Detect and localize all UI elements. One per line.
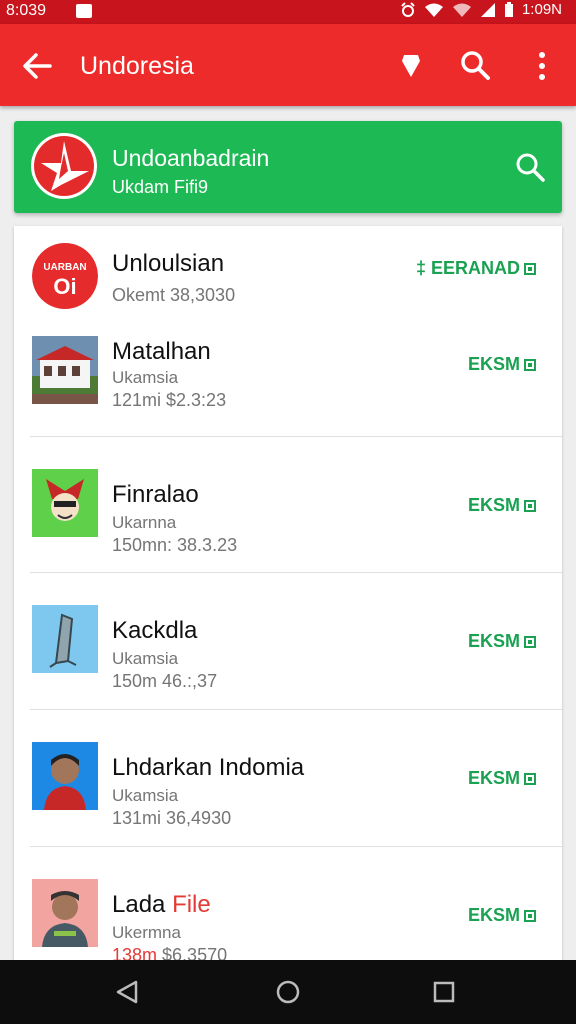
item-subtitle: Ukamsia [112, 786, 179, 805]
external-icon [524, 358, 536, 371]
item-action[interactable]: EKSM [468, 495, 536, 516]
item-action[interactable]: EKSM [468, 905, 536, 926]
item-action[interactable]: EKSM [468, 631, 536, 652]
item-action-label: EKSM [467, 495, 520, 515]
person2-thumb [32, 879, 98, 947]
list-item[interactable]: Lada File Ukermna 138m $6,3570 EKSM [14, 847, 562, 966]
notification-icon [76, 4, 92, 18]
status-icons: 1:09N [400, 1, 562, 18]
item-action-label: ‡ EERANAD [415, 258, 520, 278]
back-arrow-icon[interactable] [20, 49, 54, 83]
item-title-highlight: File [172, 891, 211, 918]
external-icon [524, 909, 536, 922]
item-action[interactable]: EKSM [468, 768, 536, 789]
back-triangle-icon[interactable] [114, 979, 140, 1005]
wifi-icon [424, 3, 443, 17]
external-icon [524, 772, 536, 785]
list-item[interactable]: Finralao Ukarnna 150mn: 38.3.23 EKSM [14, 437, 562, 573]
item-title: Unloulsian [112, 250, 225, 277]
item-meta: 150m 46.:,37 [112, 671, 218, 691]
red-logo-thumb: UARBAN Oi [32, 242, 98, 310]
status-time: 8:039 [6, 2, 47, 19]
list-item[interactable]: Lhdarkan Indomia Ukamsia 131mi 36,4930 E… [14, 710, 562, 847]
red-star-logo-icon [31, 133, 97, 199]
item-meta: 121mi $2.3:23 [112, 390, 227, 410]
header-title: Undoanbadrain [112, 145, 270, 171]
battery-icon [504, 1, 513, 17]
item-action[interactable]: ‡ EERANAD [416, 258, 536, 279]
pin-icon[interactable] [396, 49, 426, 81]
item-subtitle: Ukarnna [112, 513, 177, 532]
item-action-label: EKSM [467, 768, 520, 788]
item-title: Matalhan [112, 338, 211, 365]
item-action[interactable]: EKSM [468, 354, 536, 375]
app-bar: Undoresia [0, 24, 576, 106]
item-meta: 131mi 36,4930 [112, 808, 232, 828]
external-icon [524, 262, 536, 275]
item-action-label: EKSM [467, 905, 520, 925]
item-action-label: EKSM [467, 354, 520, 374]
item-meta: Okemt 38,3030 [112, 285, 236, 305]
item-title: Finralao [112, 481, 199, 508]
list-item[interactable]: UARBAN Oi Unloulsian Okemt 38,3030 ‡ EER… [14, 226, 562, 326]
alarm-icon [401, 1, 415, 17]
mask-thumb [32, 469, 98, 537]
external-icon [524, 499, 536, 512]
status-bar: 8:039 1:09N [0, 0, 576, 24]
item-title-part: Lada [112, 891, 173, 918]
wifi-icon [452, 3, 471, 17]
item-subtitle: Ukamsia [112, 649, 179, 668]
system-nav-bar [0, 960, 576, 1024]
item-title: Lhdarkan Indomia [112, 754, 305, 781]
search-icon[interactable] [514, 151, 546, 183]
item-meta: 150mn: 38.3.23 [112, 535, 238, 555]
house-thumb [32, 336, 98, 404]
signal-icon [480, 2, 495, 17]
more-vert-icon[interactable] [530, 49, 554, 83]
recents-square-icon[interactable] [432, 980, 456, 1004]
list-item[interactable]: Matalhan Ukamsia 121mi $2.3:23 EKSM [14, 326, 562, 436]
svg-text:UARBAN: UARBAN [43, 262, 86, 273]
person-thumb [32, 742, 98, 810]
tool-thumb [32, 605, 98, 673]
page-title: Undoresia [80, 52, 194, 80]
svg-text:Oi: Oi [53, 274, 76, 299]
header-card[interactable]: Undoanbadrain Ukdam Fifi9 [14, 121, 562, 213]
status-clock: 1:09N [521, 1, 562, 18]
item-subtitle: Ukamsia [112, 368, 179, 387]
home-circle-icon[interactable] [275, 979, 301, 1005]
item-title: Lada File [112, 891, 211, 919]
search-icon[interactable] [458, 48, 492, 82]
item-subtitle: Ukermna [112, 923, 181, 942]
header-subtitle: Ukdam Fifi9 [112, 177, 209, 197]
external-icon [524, 635, 536, 648]
item-action-label: EKSM [467, 631, 520, 651]
item-title: Kackdla [112, 617, 198, 644]
list-item[interactable]: Kackdla Ukamsia 150m 46.:,37 EKSM [14, 573, 562, 710]
results-list: UARBAN Oi Unloulsian Okemt 38,3030 ‡ EER… [14, 226, 562, 966]
